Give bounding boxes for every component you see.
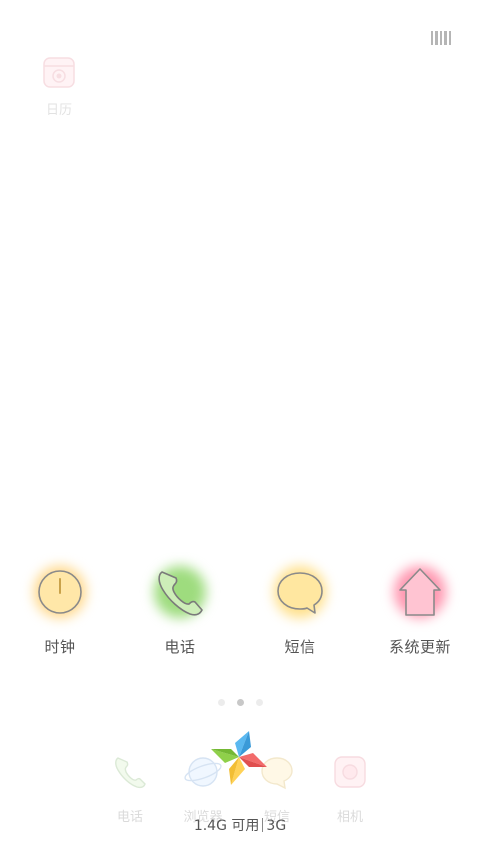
memory-status: 1.4G 可用 3G [0,815,480,835]
clock-icon [38,570,82,614]
app-clock[interactable]: 时钟 [0,562,120,657]
app-phone[interactable]: 电话 [120,562,240,657]
app-system-update-label: 系统更新 [388,638,451,656]
app-row: 时钟 电话 短信 系统更新 [0,562,480,662]
network-type: 3G [266,818,287,834]
home-screen: 日历 时钟 电话 短信 系统更新 电话 浏览器 短信 相机 1.4G 可用 3G [0,0,480,853]
memory-available: 1.4G 可用 [193,818,260,834]
home-update-icon [399,568,441,616]
page-dot[interactable] [217,699,225,706]
page-dot-active[interactable] [236,699,244,706]
message-icon [277,572,323,614]
calendar-icon [43,57,75,88]
phone-icon [158,571,203,616]
app-messages[interactable]: 短信 [240,562,360,657]
calendar-label: 日历 [45,103,72,118]
page-indicator [0,699,480,706]
app-clock-label: 时钟 [44,638,76,656]
barcode-icon[interactable] [431,30,451,46]
camera-icon [334,756,366,788]
pinwheel-icon[interactable] [205,727,273,791]
app-system-update[interactable]: 系统更新 [360,562,480,657]
calendar-shortcut[interactable]: 日历 [34,55,84,118]
app-messages-label: 短信 [284,638,316,656]
page-dot[interactable] [255,699,263,706]
status-divider [262,818,264,832]
phone-icon [115,757,146,789]
app-phone-label: 电话 [164,638,196,656]
